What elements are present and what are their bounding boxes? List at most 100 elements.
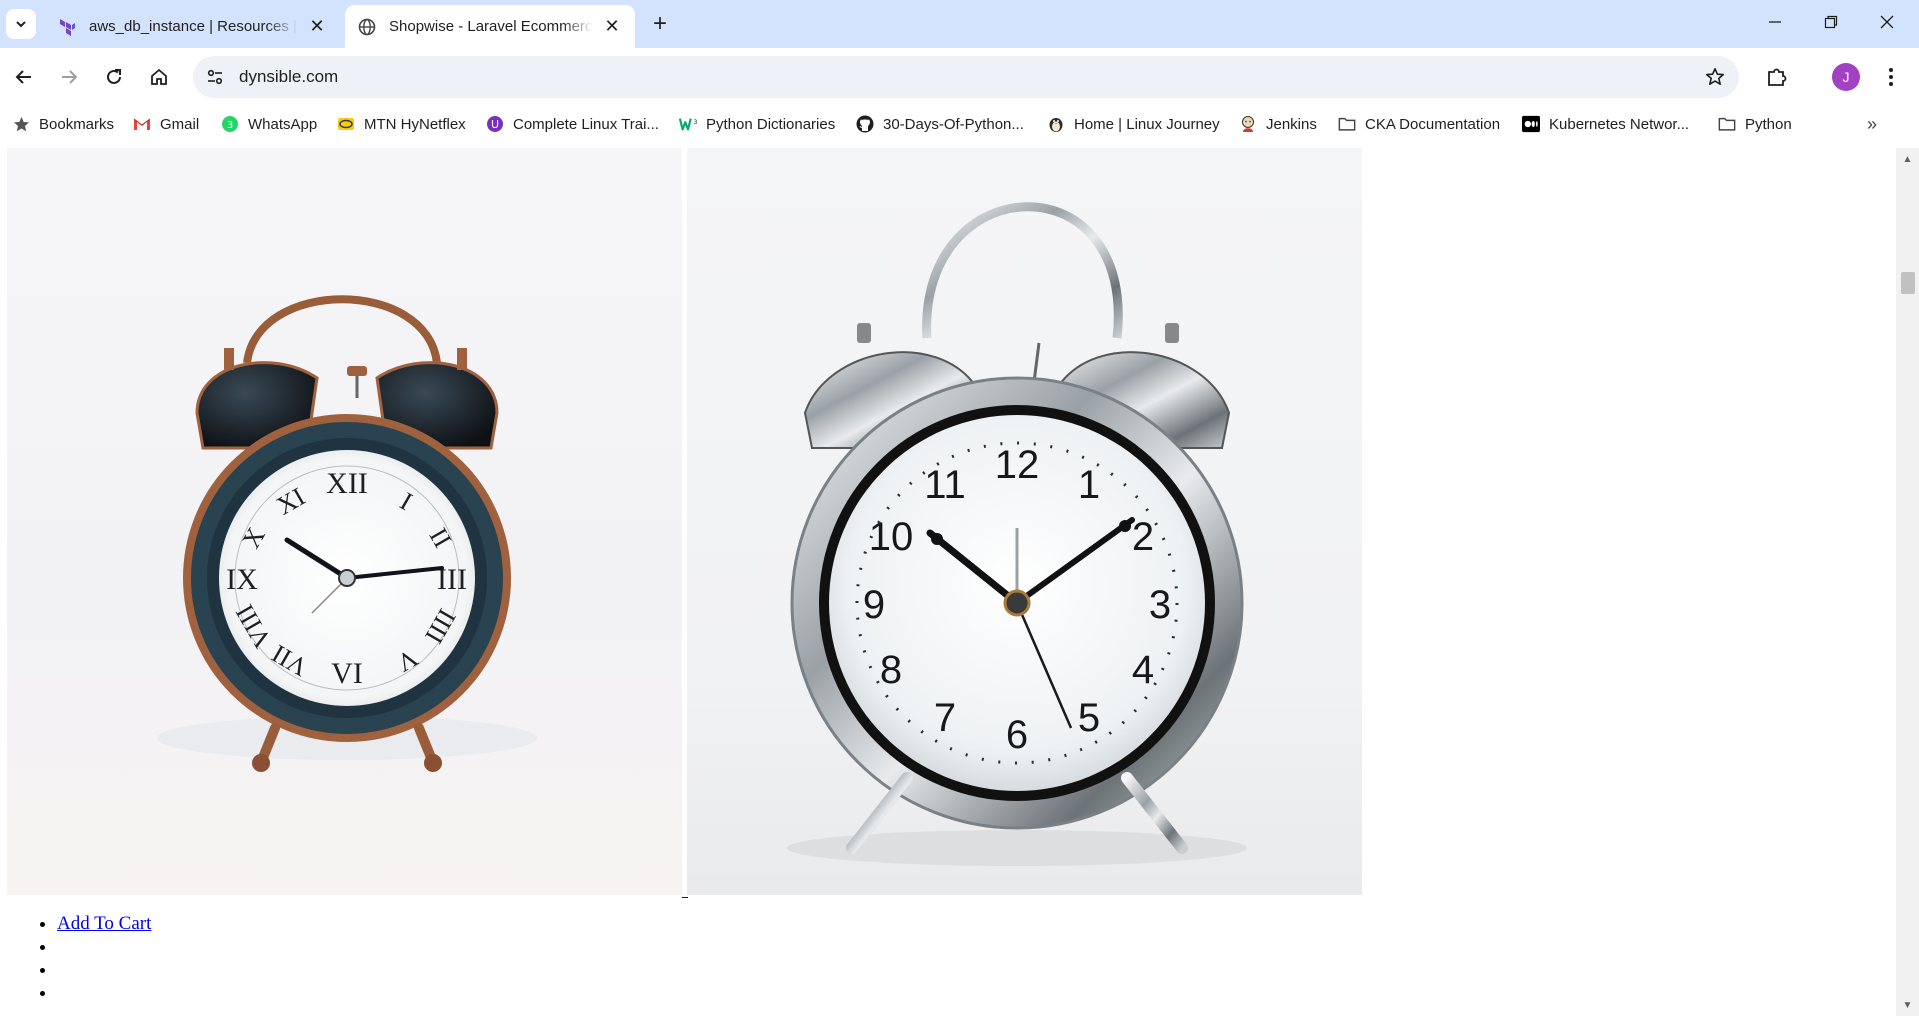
bookmark-label: Jenkins	[1266, 115, 1317, 133]
whatsapp-icon: 3	[221, 115, 239, 133]
avatar[interactable]: J	[1832, 63, 1860, 91]
plus-icon: +	[652, 10, 667, 37]
svg-text:2: 2	[1132, 515, 1154, 559]
arrow-right-icon	[62, 70, 78, 84]
course-icon: U	[486, 115, 504, 133]
tab-shopwise[interactable]: Shopwise - Laravel Ecommerce ✕	[345, 5, 635, 48]
gmail-icon	[133, 115, 151, 133]
folder-icon	[1718, 115, 1736, 133]
product-actions-list: Add To Cart	[57, 912, 151, 1004]
bookmark-label: WhatsApp	[248, 115, 318, 133]
bookmark-linux-journey[interactable]: Home | Linux Journey	[1047, 112, 1220, 136]
url-text[interactable]: dynsible.com	[239, 67, 338, 87]
restore-button[interactable]	[1803, 0, 1859, 44]
folder-icon	[1338, 115, 1356, 133]
tab-title: Shopwise - Laravel Ecommerce	[389, 18, 593, 35]
list-item: Add To Cart	[57, 912, 151, 935]
bookmark-bookmarks[interactable]: Bookmarks	[12, 112, 114, 136]
svg-text:4: 4	[1132, 648, 1154, 692]
browser-toolbar: dynsible.com J	[0, 48, 1919, 106]
bookmark-jenkins[interactable]: Jenkins	[1239, 112, 1317, 136]
tab-title: aws_db_instance | Resources | h	[89, 18, 298, 35]
bookmark-30-days-of-python[interactable]: 30-Days-Of-Python...	[856, 112, 1024, 136]
bookmark-label: Python	[1745, 115, 1792, 133]
svg-text:10: 10	[869, 515, 914, 559]
bookmark-label: Gmail	[160, 115, 200, 133]
bookmark-label: Kubernetes Networ...	[1549, 115, 1690, 133]
bookmark-gmail[interactable]: Gmail	[133, 112, 199, 136]
forward-button[interactable]	[52, 60, 86, 94]
reload-icon	[107, 69, 121, 84]
svg-text:IX: IX	[226, 563, 258, 596]
tab-strip: aws_db_instance | Resources | h ✕ Shopwi…	[0, 0, 1919, 48]
jenkins-icon	[1239, 115, 1257, 133]
minimize-icon	[1769, 21, 1781, 23]
bookmark-label: Bookmarks	[39, 115, 115, 133]
svg-text:3: 3	[1149, 583, 1171, 627]
list-item	[57, 958, 151, 981]
medium-icon	[1522, 115, 1540, 133]
bookmark-cka-documentation[interactable]: CKA Documentation	[1338, 112, 1500, 136]
close-icon[interactable]: ✕	[601, 16, 623, 38]
product-image-primary[interactable]: XII I II III IIII V VI VII VIII IX X XI	[7, 148, 682, 895]
svg-text:7: 7	[934, 696, 956, 740]
penguin-icon	[1047, 115, 1065, 133]
svg-text:3: 3	[693, 119, 697, 126]
window-close-button[interactable]	[1859, 0, 1915, 44]
extensions-button[interactable]	[1760, 60, 1794, 94]
globe-icon	[357, 17, 377, 37]
svg-text:5: 5	[1078, 696, 1100, 740]
svg-text:9: 9	[863, 583, 885, 627]
tab-aws-db-instance[interactable]: aws_db_instance | Resources | h ✕	[45, 5, 340, 48]
back-button[interactable]	[7, 60, 41, 94]
arrow-left-icon	[15, 70, 31, 84]
tab-search-button[interactable]	[6, 9, 36, 39]
bookmarks-bar: Bookmarks Gmail 3 WhatsApp MTN HyNetflex…	[0, 106, 1919, 140]
bookmark-label: Python Dictionaries	[706, 115, 836, 133]
address-bar[interactable]: dynsible.com	[193, 56, 1739, 98]
page-scrollbar[interactable]: ▲ ▼	[1896, 148, 1919, 1016]
kebab-menu-icon	[1889, 68, 1893, 86]
close-icon[interactable]: ✕	[306, 16, 328, 38]
svg-text:12: 12	[995, 443, 1040, 487]
svg-text:8: 8	[880, 648, 902, 692]
site-info-icon[interactable]	[203, 65, 227, 89]
product-image-secondary[interactable]: 12 1 2 3 4 5 6 7 8 9 10 11	[687, 148, 1362, 895]
browser-menu-button[interactable]	[1874, 60, 1908, 94]
scroll-down-arrow-icon[interactable]: ▼	[1896, 996, 1919, 1014]
bookmarks-overflow-button[interactable]: »	[1860, 112, 1884, 136]
puzzle-icon	[1768, 68, 1787, 86]
terraform-icon	[57, 17, 77, 37]
bookmark-complete-linux[interactable]: U Complete Linux Trai...	[486, 112, 659, 136]
svg-text:6: 6	[1006, 713, 1028, 757]
bookmark-label: MTN HyNetflex	[364, 115, 466, 133]
browser-chrome: aws_db_instance | Resources | h ✕ Shopwi…	[0, 0, 1919, 148]
bookmark-label: Home | Linux Journey	[1074, 115, 1220, 133]
scrollbar-thumb[interactable]	[1901, 272, 1915, 294]
github-icon	[856, 115, 874, 133]
reload-button[interactable]	[97, 60, 131, 94]
home-button[interactable]	[142, 60, 176, 94]
star-icon	[12, 115, 30, 133]
new-tab-button[interactable]: +	[645, 9, 675, 39]
bookmark-whatsapp[interactable]: 3 WhatsApp	[221, 112, 317, 136]
star-icon[interactable]	[1703, 65, 1727, 89]
image-link-underline	[682, 897, 688, 898]
bookmark-python-dictionaries[interactable]: 3 Python Dictionaries	[679, 112, 835, 136]
scroll-up-arrow-icon[interactable]: ▲	[1896, 150, 1919, 168]
bookmark-label: CKA Documentation	[1365, 115, 1501, 133]
home-icon	[151, 68, 167, 85]
svg-text:1: 1	[1078, 463, 1100, 507]
svg-text:XII: XII	[326, 467, 368, 500]
restore-icon	[1824, 15, 1838, 29]
svg-text:U: U	[491, 118, 499, 131]
bookmark-kubernetes-networking[interactable]: Kubernetes Networ...	[1522, 112, 1689, 136]
svg-text:11: 11	[924, 463, 966, 507]
add-to-cart-link[interactable]: Add To Cart	[57, 913, 151, 934]
minimize-button[interactable]	[1747, 0, 1803, 44]
svg-text:VI: VI	[331, 657, 363, 690]
bookmark-mtn-hynetflex[interactable]: MTN HyNetflex	[337, 112, 466, 136]
bookmark-python[interactable]: Python	[1718, 112, 1792, 136]
mtn-icon	[337, 115, 355, 133]
list-item	[57, 981, 151, 1004]
